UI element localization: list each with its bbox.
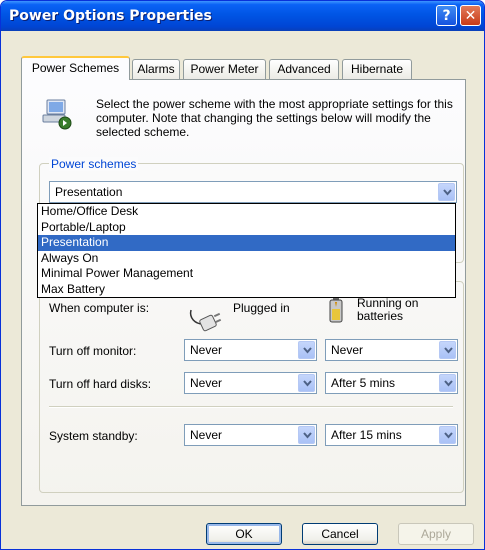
divider	[49, 406, 453, 408]
monitor-battery-value: Never	[331, 343, 364, 357]
power-scheme-select[interactable]: Presentation	[49, 181, 457, 203]
standby-plugged-select[interactable]: Never	[184, 424, 317, 446]
power-scheme-dropdown-list[interactable]: Home/Office Desk Portable/Laptop Present…	[37, 203, 456, 298]
standby-plugged-value: Never	[190, 428, 223, 442]
chevron-down-icon[interactable]	[298, 374, 315, 392]
tab-advanced[interactable]: Advanced	[269, 59, 339, 79]
dropdown-option-home-office-desk[interactable]: Home/Office Desk	[38, 204, 455, 220]
turn-off-monitor-label: Turn off monitor:	[49, 344, 137, 358]
dropdown-option-max-battery[interactable]: Max Battery	[38, 282, 455, 298]
chevron-down-icon[interactable]	[439, 374, 456, 392]
help-button[interactable]: ?	[436, 5, 457, 26]
running-on-batteries-label: Running on batteries	[357, 296, 419, 323]
tab-label: Advanced	[277, 62, 331, 76]
plug-icon	[189, 309, 222, 332]
tab-label: Power Meter	[190, 62, 259, 76]
power-options-window: Power Options Properties ? ✕ Power Schem…	[0, 0, 485, 550]
tab-alarms[interactable]: Alarms	[132, 59, 180, 79]
hard-disks-plugged-select[interactable]: Never	[184, 372, 317, 394]
hard-disks-plugged-value: Never	[190, 376, 223, 390]
dropdown-option-minimal-power-management[interactable]: Minimal Power Management	[38, 266, 455, 282]
monitor-plugged-select[interactable]: Never	[184, 339, 317, 361]
dropdown-option-always-on[interactable]: Always On	[38, 251, 455, 267]
chevron-down-icon[interactable]	[439, 341, 456, 359]
system-standby-label: System standby:	[49, 429, 138, 443]
apply-button[interactable]: Apply	[398, 523, 474, 545]
title-bar[interactable]: Power Options Properties ? ✕	[1, 1, 484, 31]
tab-label: Alarms	[137, 62, 175, 76]
close-button[interactable]: ✕	[460, 5, 481, 26]
tab-power-meter[interactable]: Power Meter	[183, 59, 266, 79]
tab-label: Hibernate	[350, 62, 404, 76]
when-computer-is-label: When computer is:	[49, 301, 150, 315]
chevron-down-icon[interactable]	[438, 183, 455, 201]
standby-battery-value: After 15 mins	[331, 428, 402, 442]
monitor-plugged-value: Never	[190, 343, 223, 357]
chevron-down-icon[interactable]	[298, 426, 315, 444]
dropdown-option-presentation[interactable]: Presentation	[38, 235, 455, 251]
close-icon: ✕	[464, 8, 477, 24]
battery-icon	[329, 297, 343, 323]
help-icon: ?	[442, 8, 451, 24]
hard-disks-battery-value: After 5 mins	[331, 376, 396, 390]
dropdown-option-portable-laptop[interactable]: Portable/Laptop	[38, 220, 455, 236]
ok-button[interactable]: OK	[206, 523, 282, 545]
window-title: Power Options Properties	[9, 8, 212, 24]
monitor-battery-select[interactable]: Never	[325, 339, 458, 361]
scheme-description: Select the power scheme with the most ap…	[96, 97, 453, 139]
plugged-in-label: Plugged in	[233, 301, 290, 315]
tab-power-schemes[interactable]: Power Schemes	[21, 56, 130, 80]
tab-hibernate[interactable]: Hibernate	[342, 59, 412, 79]
chevron-down-icon[interactable]	[298, 341, 315, 359]
power-scheme-icon	[42, 99, 72, 130]
turn-off-hard-disks-label: Turn off hard disks:	[49, 377, 152, 391]
chevron-down-icon[interactable]	[439, 426, 456, 444]
hard-disks-battery-select[interactable]: After 5 mins	[325, 372, 458, 394]
power-schemes-label: Power schemes	[49, 157, 139, 171]
cancel-button[interactable]: Cancel	[302, 523, 378, 545]
standby-battery-select[interactable]: After 15 mins	[325, 424, 458, 446]
power-scheme-value: Presentation	[55, 185, 123, 199]
tab-label: Power Schemes	[31, 61, 120, 75]
